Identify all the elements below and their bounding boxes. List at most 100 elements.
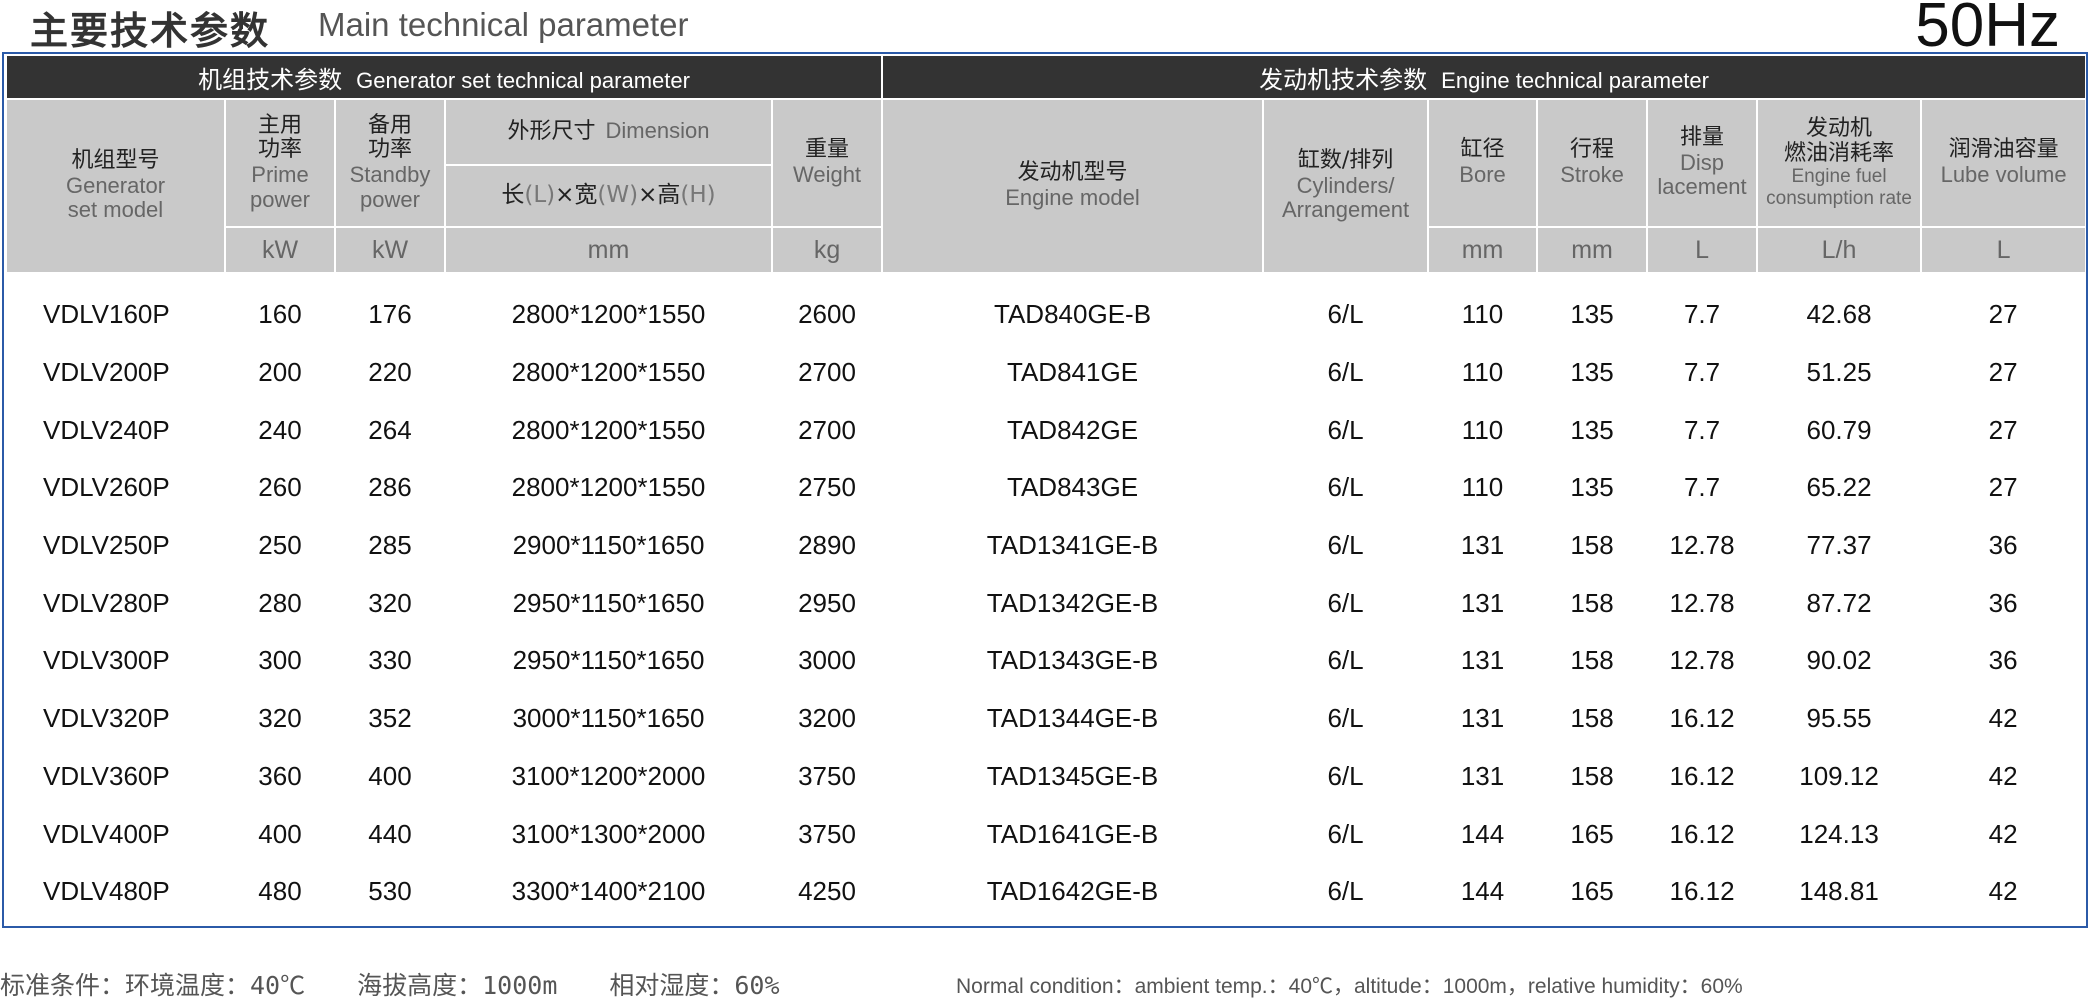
- section-engine: 发动机技术参数 Engine technical parameter: [882, 56, 2086, 99]
- cell-fuel-consumption: 42.68: [1806, 299, 1872, 330]
- table-row: VDLV280P 280 320 2950*1150*1650 2950 TAD1342G…: [7, 574, 2085, 632]
- cell-weight: 2700: [798, 414, 856, 445]
- col-header-engine-model: 发动机型号 Engine model: [882, 98, 1265, 272]
- footer-zh-humidity: 相对湿度：60%: [609, 971, 780, 1000]
- cell-prime-power: 300: [258, 645, 302, 676]
- section-generator-zh: 机组技术参数: [198, 65, 343, 94]
- cell-lube-volume: 36: [1988, 645, 2018, 676]
- cell-model: VDLV160P: [43, 299, 170, 330]
- cell-stroke: 135: [1570, 357, 1614, 388]
- footer-zh-condition: 标准条件：环境温度：40℃: [0, 971, 306, 1000]
- cell-displacement: 16.12: [1669, 876, 1735, 907]
- cell-fuel-consumption: 148.81: [1799, 876, 1879, 907]
- cell-stroke: 158: [1570, 760, 1614, 791]
- cell-bore: 131: [1460, 530, 1505, 561]
- cell-standby-power: 530: [368, 876, 412, 907]
- col-weight-en: Weight: [792, 162, 862, 187]
- col-prime-zh1: 主用: [257, 112, 302, 138]
- cell-lube-volume: 27: [1988, 472, 2018, 503]
- page-title-en: Main technical parameter: [318, 6, 689, 43]
- table-row: VDLV400P 400 440 3100*1300*2000 3750 TAD1641G…: [7, 805, 2085, 863]
- dimension-formula: 长(L)×宽(W)×高(H): [445, 164, 773, 227]
- col-stroke-en: Stroke: [1560, 162, 1624, 187]
- cell-dimension: 3000*1150*1650: [512, 703, 705, 734]
- col-dimension-zh: 外形尺寸: [507, 119, 596, 145]
- dim-h: (H): [680, 182, 716, 209]
- dim-w-zh: 宽: [574, 182, 598, 209]
- spacer-row: [7, 272, 2085, 286]
- cell-prime-power: 240: [258, 414, 302, 445]
- cell-displacement: 7.7: [1683, 472, 1721, 503]
- col-displacement-en1: Disp: [1680, 149, 1725, 175]
- cell-stroke: 165: [1570, 876, 1614, 907]
- cell-engine-model: TAD840GE-B: [994, 299, 1152, 330]
- cell-engine-model: TAD1341GE-B: [986, 530, 1159, 561]
- unit-fuel: L/h: [1757, 226, 1923, 272]
- cell-dimension: 2800*1200*1550: [511, 357, 706, 388]
- cell-dimension: 2800*1200*1550: [511, 472, 706, 503]
- cell-prime-power: 250: [258, 530, 302, 561]
- cell-cylinders: 6/L: [1327, 472, 1364, 503]
- cell-lube-volume: 42: [1988, 760, 2018, 791]
- cell-stroke: 158: [1570, 587, 1614, 618]
- cell-displacement: 7.7: [1683, 357, 1721, 388]
- cell-bore: 131: [1460, 645, 1505, 676]
- cell-lube-volume: 36: [1988, 530, 2018, 561]
- cell-bore: 144: [1460, 876, 1505, 907]
- cell-weight: 3200: [798, 703, 856, 734]
- cell-prime-power: 480: [258, 876, 302, 907]
- cell-fuel-consumption: 77.37: [1806, 530, 1872, 561]
- cell-model: VDLV240P: [43, 414, 170, 445]
- cell-prime-power: 360: [258, 760, 302, 791]
- unit-dimension: mm: [445, 226, 773, 272]
- cell-lube-volume: 36: [1988, 587, 2018, 618]
- col-prime-en2: power: [250, 186, 310, 212]
- cell-displacement: 16.12: [1669, 760, 1735, 791]
- cell-standby-power: 220: [368, 357, 412, 388]
- cell-fuel-consumption: 109.12: [1799, 760, 1879, 791]
- cell-cylinders: 6/L: [1327, 645, 1364, 676]
- unit-lube: L: [1921, 226, 2086, 272]
- section-generator-en: Generator set technical parameter: [356, 67, 690, 93]
- col-fuel-zh1: 发动机: [1806, 116, 1873, 142]
- table-row: VDLV160P 160 176 2800*1200*1550 2600 TAD840GE…: [7, 286, 2085, 344]
- page-title-zh: 主要技术参数: [30, 9, 271, 53]
- table-body: VDLV160P 160 176 2800*1200*1550 2600 TAD840GE…: [7, 272, 2085, 921]
- col-engine-model-en: Engine model: [1005, 185, 1140, 210]
- col-model-zh: 机组型号: [71, 148, 160, 174]
- cell-cylinders: 6/L: [1327, 299, 1364, 330]
- cell-dimension: 2800*1200*1550: [511, 299, 706, 330]
- cell-model: VDLV250P: [43, 530, 170, 561]
- cell-bore: 110: [1461, 472, 1504, 503]
- col-prime-zh2: 功率: [257, 137, 302, 163]
- cell-lube-volume: 27: [1988, 414, 2018, 445]
- cell-weight: 3750: [798, 818, 856, 849]
- cell-standby-power: 286: [368, 472, 412, 503]
- cell-stroke: 135: [1570, 299, 1614, 330]
- cell-engine-model: TAD1642GE-B: [986, 876, 1159, 907]
- cell-standby-power: 285: [368, 530, 412, 561]
- cell-engine-model: TAD1343GE-B: [986, 645, 1159, 676]
- unit-prime: kW: [225, 226, 336, 272]
- cell-bore: 131: [1460, 760, 1505, 791]
- cell-displacement: 7.7: [1683, 414, 1721, 445]
- cell-lube-volume: 27: [1988, 357, 2018, 388]
- cell-prime-power: 280: [258, 587, 302, 618]
- unit-displacement: L: [1647, 226, 1759, 272]
- col-header-dimension: 外形尺寸 Dimension: [445, 98, 773, 165]
- col-model-en1: Generator: [65, 172, 166, 198]
- col-fuel-en1: Engine fuel: [1791, 166, 1887, 188]
- cell-lube-volume: 42: [1988, 876, 2018, 907]
- cell-dimension: 3300*1400*2100: [511, 876, 706, 907]
- cell-dimension: 2950*1150*1650: [512, 587, 705, 618]
- col-header-prime: 主用 功率 Prime power: [225, 98, 336, 227]
- cell-bore: 144: [1460, 818, 1505, 849]
- cell-prime-power: 320: [258, 703, 302, 734]
- cell-cylinders: 6/L: [1327, 587, 1364, 618]
- cell-standby-power: 440: [368, 818, 412, 849]
- dim-w: (W): [597, 182, 639, 209]
- cell-bore: 131: [1460, 587, 1505, 618]
- cell-model: VDLV280P: [43, 587, 170, 618]
- col-header-bore: 缸径 Bore: [1428, 98, 1539, 227]
- cell-cylinders: 6/L: [1327, 876, 1364, 907]
